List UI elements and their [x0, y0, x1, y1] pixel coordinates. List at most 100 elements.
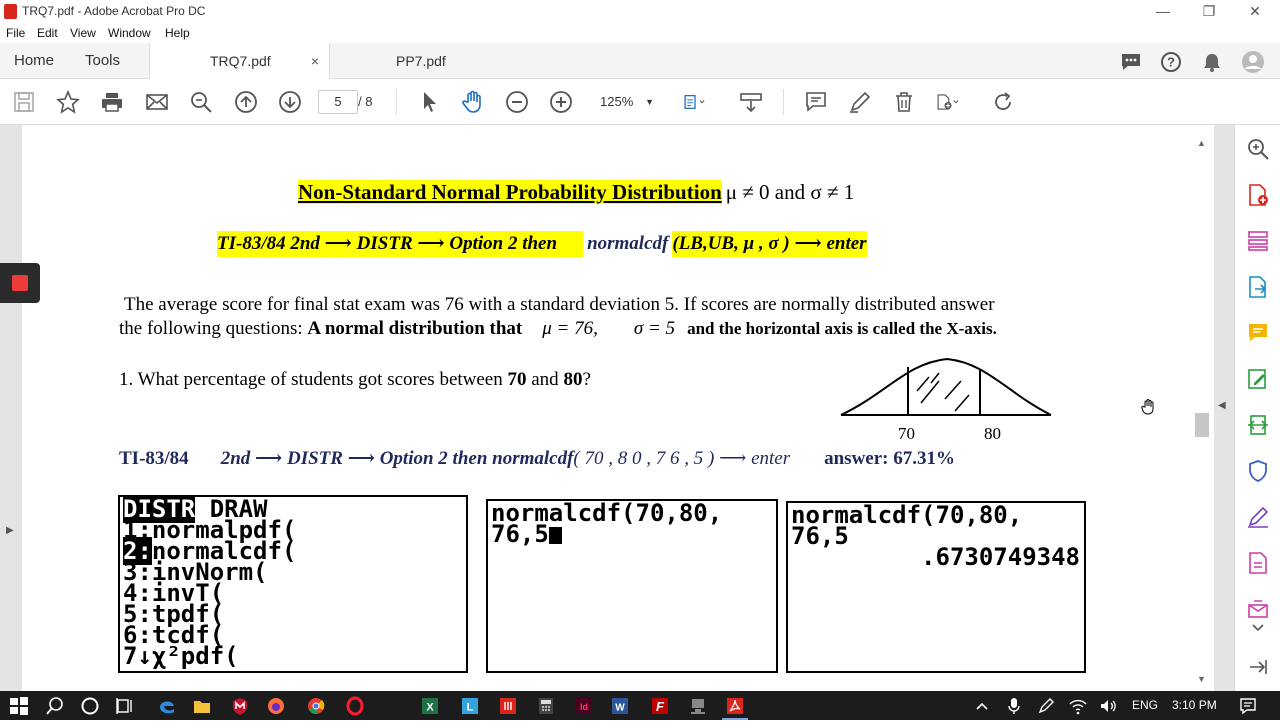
para-text-e: and the horizontal axis is called the X-… — [687, 319, 997, 338]
comment-bubble-icon[interactable] — [1120, 51, 1142, 73]
minimize-icon[interactable]: — — [1140, 0, 1186, 23]
menu-view[interactable]: View — [70, 26, 96, 40]
tab-trq7-label: TRQ7.pdf — [210, 53, 271, 69]
tray-expand-icon[interactable] — [972, 696, 992, 716]
zoom-in-icon[interactable] — [549, 90, 573, 114]
export-pdf-icon[interactable] — [1246, 275, 1270, 299]
tab-pp7[interactable]: PP7.pdf — [396, 43, 446, 79]
windows-start-icon[interactable] — [9, 696, 29, 716]
bookmark-star-icon[interactable] — [56, 89, 80, 114]
clock-time[interactable]: 3:10 PM — [1172, 698, 1217, 712]
send-review-icon[interactable] — [1246, 597, 1270, 621]
firefox-icon[interactable] — [266, 696, 286, 716]
restore-icon[interactable]: ❐ — [1186, 0, 1232, 23]
search-icon[interactable] — [45, 696, 65, 716]
fill-sign-icon[interactable] — [1246, 505, 1270, 529]
chevron-down-icon: ▼ — [645, 97, 654, 107]
right-tools-panel — [1234, 125, 1280, 691]
zoom-out-icon[interactable] — [505, 90, 529, 114]
calculator-app-icon[interactable] — [536, 696, 556, 716]
cortana-icon[interactable] — [80, 696, 100, 716]
excel-icon[interactable]: X — [420, 696, 440, 716]
user-avatar-icon[interactable] — [1242, 51, 1264, 73]
edge-browser-icon[interactable] — [157, 696, 177, 716]
file-explorer-icon[interactable] — [192, 696, 212, 716]
insert-page-icon[interactable] — [936, 90, 970, 114]
mcafee-icon[interactable] — [230, 696, 250, 716]
action-center-icon[interactable] — [1238, 696, 1258, 716]
rotate-icon[interactable] — [991, 90, 1015, 114]
scrollbar-thumb[interactable] — [1195, 413, 1209, 437]
add-comment-icon[interactable] — [804, 90, 828, 114]
pdf-document-icon[interactable] — [1246, 551, 1270, 575]
close-window-icon[interactable]: ✕ — [1232, 0, 1278, 23]
email-icon[interactable] — [145, 90, 169, 114]
curve-label-80: 80 — [984, 424, 1001, 443]
zoom-search-icon[interactable] — [189, 90, 213, 114]
para-text-b: A normal distribution that — [307, 318, 523, 339]
document-viewport[interactable]: Non-Standard Normal Probability Distribu… — [0, 125, 1234, 691]
comment-tool-icon[interactable] — [1246, 321, 1270, 345]
menu-file[interactable]: File — [6, 26, 25, 40]
volume-icon[interactable] — [1098, 696, 1118, 716]
delete-trash-icon[interactable] — [892, 90, 916, 114]
problem-paragraph-line2: the following questions: A normal distri… — [119, 318, 997, 340]
tab-trq7[interactable]: TRQ7.pdf × — [149, 43, 330, 80]
record-button[interactable] — [0, 263, 40, 303]
scroll-mode-icon[interactable] — [739, 90, 763, 114]
zoom-level-select[interactable]: 125% ▼ — [590, 90, 662, 114]
vertical-scrollbar[interactable]: ▲ ▼ — [1192, 138, 1212, 686]
highlight-pen-icon[interactable] — [848, 90, 872, 114]
word-icon[interactable]: W — [610, 696, 630, 716]
edit-pdf-icon[interactable] — [1246, 367, 1270, 391]
next-page-icon[interactable] — [278, 90, 302, 114]
scroll-down-icon[interactable]: ▼ — [1197, 674, 1206, 684]
microphone-icon[interactable] — [1004, 696, 1024, 716]
network-app-icon[interactable] — [688, 696, 708, 716]
left-panel-toggle-icon[interactable]: ▶ — [6, 525, 14, 536]
protect-shield-icon[interactable] — [1246, 459, 1270, 483]
calc-item-text: χ²pdf( — [151, 642, 239, 670]
chrome-icon[interactable] — [306, 696, 326, 716]
organize-pages-icon[interactable] — [1246, 229, 1270, 253]
tab-tools[interactable]: Tools — [85, 43, 120, 79]
zoom-level-value: 125% — [600, 94, 634, 109]
help-icon[interactable]: ? — [1160, 51, 1182, 73]
expand-panel-icon[interactable] — [1246, 655, 1270, 679]
menu-help[interactable]: Help — [165, 26, 190, 40]
tab-home[interactable]: Home — [14, 43, 54, 79]
title-bar: TRQ7.pdf - Adobe Acrobat Pro DC — ❐ ✕ — [0, 0, 1280, 23]
pen-workspace-icon[interactable] — [1036, 696, 1056, 716]
record-icon — [12, 275, 28, 291]
acrobat-taskbar-icon[interactable] — [725, 696, 745, 716]
red-app-icon[interactable] — [498, 696, 518, 716]
prev-page-icon[interactable] — [234, 90, 258, 114]
task-view-icon[interactable] — [115, 696, 135, 716]
calc2-line2: 76,5 — [491, 522, 562, 546]
calc3-result: .6730749348 — [921, 543, 1080, 571]
heading-parameters: μ ≠ 0 and σ ≠ 1 — [725, 180, 855, 204]
right-panel-collapse-icon[interactable]: ◀ — [1218, 400, 1226, 411]
select-cursor-icon[interactable] — [418, 90, 442, 114]
scroll-up-icon[interactable]: ▲ — [1197, 138, 1206, 148]
filezilla-icon[interactable]: F — [650, 696, 670, 716]
tab-close-icon[interactable]: × — [311, 43, 319, 79]
wifi-icon[interactable] — [1068, 696, 1088, 716]
page-layout-icon[interactable] — [683, 90, 717, 114]
hand-tool-icon[interactable] — [461, 90, 485, 114]
page-number-input[interactable]: 5 — [318, 90, 358, 114]
language-indicator[interactable]: ENG — [1132, 698, 1158, 712]
q1-mark: ? — [582, 369, 591, 390]
combine-files-icon[interactable] — [1246, 413, 1270, 437]
menu-window[interactable]: Window — [108, 26, 151, 40]
create-pdf-icon[interactable] — [1246, 183, 1270, 207]
menu-edit[interactable]: Edit — [37, 26, 58, 40]
zoom-panel-icon[interactable] — [1246, 137, 1270, 161]
lync-app-icon[interactable]: L — [460, 696, 480, 716]
print-icon[interactable] — [100, 90, 124, 114]
panel-more-chevron-icon[interactable] — [1246, 621, 1270, 635]
indesign-icon[interactable]: Id — [574, 696, 594, 716]
notification-bell-icon[interactable] — [1201, 51, 1223, 73]
opera-icon[interactable] — [345, 696, 365, 716]
save-icon[interactable] — [12, 90, 36, 114]
